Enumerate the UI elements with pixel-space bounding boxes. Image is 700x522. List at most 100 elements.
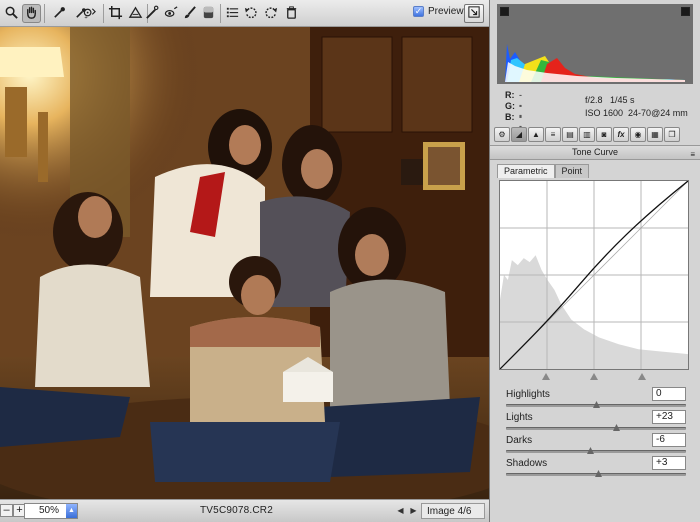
crop-tool-button[interactable] <box>106 4 125 23</box>
slider-track[interactable] <box>506 401 686 408</box>
tab-split-toning[interactable]: ▤ <box>562 127 578 142</box>
split-highlights-marker[interactable] <box>638 373 646 380</box>
red-eye-icon <box>164 5 179 23</box>
tab-basic[interactable]: ⚙ <box>494 127 510 142</box>
fullscreen-icon <box>468 6 480 21</box>
preview-toggle[interactable]: ✓ Preview <box>413 6 464 17</box>
shutter-value: 1/45 s <box>610 95 635 105</box>
curve-mode-tabs: Parametric Point <box>497 164 590 178</box>
plus-icon: + <box>16 504 23 516</box>
tab-detail[interactable]: ▲ <box>528 127 544 142</box>
slider-thumb[interactable] <box>593 401 600 408</box>
preview-checkbox[interactable]: ✓ <box>413 6 424 17</box>
detail-icon: ▲ <box>532 130 540 139</box>
zoom-select[interactable]: 50% ▲ <box>24 503 78 519</box>
slider-label: Darks <box>506 435 533 446</box>
rotate-right-button[interactable] <box>261 4 280 23</box>
presets-icon: ▦ <box>651 130 659 139</box>
image-preview[interactable] <box>0 27 489 499</box>
adjustment-panel: R:--- G:--- B:--- f/2.8 1/45 s ISO 1600 … <box>489 0 700 522</box>
split-midtones-marker[interactable] <box>590 373 598 380</box>
slider-track[interactable] <box>506 424 686 431</box>
tab-hsl[interactable]: ≡ <box>545 127 561 142</box>
rotate-left-button[interactable] <box>242 4 261 23</box>
graduated-filter-tool-button[interactable] <box>199 4 218 23</box>
crop-icon <box>108 5 123 23</box>
slider-value-input[interactable]: +3 <box>652 456 686 470</box>
hsl-icon: ≡ <box>550 130 556 139</box>
lens-icon: ▥ <box>583 130 591 139</box>
slider-label: Highlights <box>506 389 550 400</box>
zoom-tool-button[interactable] <box>2 4 21 23</box>
tab-effects[interactable]: fx <box>613 127 629 142</box>
split-shadows-marker[interactable] <box>542 373 550 380</box>
snapshots-icon: ❐ <box>668 130 676 139</box>
magnifier-icon <box>4 5 19 23</box>
hand-tool-button[interactable] <box>22 4 41 23</box>
preferences-button[interactable] <box>223 4 242 23</box>
delete-button[interactable] <box>282 4 301 23</box>
slider-value-input[interactable]: +23 <box>652 410 686 424</box>
zoom-value: 50% <box>39 505 60 516</box>
rotate-ccw-icon <box>244 5 259 23</box>
slider-track[interactable] <box>506 470 686 477</box>
spot-removal-tool-button[interactable] <box>142 4 161 23</box>
filename: TV5C9078.CR2 <box>200 505 273 516</box>
eyedropper-icon <box>52 5 67 23</box>
status-bar: – + 50% ▲ TV5C9078.CR2 ◀ ▶ Image 4/6 <box>0 499 489 522</box>
dropdown-arrow-icon: ▲ <box>66 504 77 518</box>
tab-camera-calibration[interactable]: ◙ <box>596 127 612 142</box>
tab-camera-profile[interactable]: ◉ <box>630 127 646 142</box>
red-eye-tool-button[interactable] <box>162 4 181 23</box>
tab-parametric[interactable]: Parametric <box>497 164 555 178</box>
tab-point[interactable]: Point <box>554 164 590 178</box>
targeted-adjustment-tool-button[interactable] <box>80 4 99 23</box>
slider-value-input[interactable]: 0 <box>652 387 686 401</box>
b-label: B: <box>505 112 515 122</box>
aperture-value: f/2.8 <box>585 95 603 105</box>
list-icon <box>225 5 240 23</box>
histogram <box>497 4 693 84</box>
camera-icon: ◙ <box>601 130 607 139</box>
slider-track[interactable] <box>506 447 686 454</box>
adjustment-brush-tool-button[interactable] <box>180 4 199 23</box>
slider-thumb[interactable] <box>613 424 620 431</box>
fx-icon: fx <box>617 130 625 139</box>
toolbar: + ✓ Preview <box>0 0 489 27</box>
spot-removal-icon <box>144 5 159 23</box>
tone-curve-graph[interactable] <box>499 180 689 370</box>
hand-icon <box>24 5 39 23</box>
previous-image-button[interactable]: ◀ <box>394 503 407 518</box>
r-label: R: <box>505 90 515 100</box>
triangle-left-icon: ◀ <box>397 506 404 515</box>
slider-label: Lights <box>506 412 533 423</box>
rotate-cw-icon <box>263 5 278 23</box>
zoom-out-button[interactable]: – <box>0 504 13 517</box>
slider-value-input[interactable]: -6 <box>652 433 686 447</box>
tab-tone-curve[interactable]: ◢ <box>511 127 527 142</box>
iso-value: ISO 1600 <box>585 108 624 118</box>
shadow-clipping-toggle[interactable] <box>500 7 509 16</box>
image-counter: Image 4/6 <box>421 503 485 519</box>
slider-thumb[interactable] <box>595 470 602 477</box>
minus-icon: – <box>3 504 10 516</box>
tab-snapshots[interactable]: ❐ <box>664 127 680 142</box>
white-balance-tool-button[interactable] <box>50 4 69 23</box>
preview-label: Preview <box>428 6 464 17</box>
lens-value: 24-70@24 mm <box>628 108 688 118</box>
brush-icon <box>182 5 197 23</box>
slider-thumb[interactable] <box>587 447 594 454</box>
graduated-filter-icon <box>201 5 216 23</box>
panel-menu-icon[interactable]: ≡ <box>690 148 695 161</box>
fullscreen-button[interactable] <box>464 4 484 23</box>
g-label: G: <box>505 101 515 111</box>
tone-curve-header: Tone Curve ≡ <box>490 145 700 160</box>
highlight-clipping-toggle[interactable] <box>681 7 690 16</box>
next-image-button[interactable]: ▶ <box>407 503 420 518</box>
tone-curve-icon: ◢ <box>515 130 523 139</box>
tab-presets[interactable]: ▦ <box>647 127 663 142</box>
section-title: Tone Curve <box>571 147 619 157</box>
camera-profile-icon: ◉ <box>634 130 642 139</box>
trash-icon <box>284 5 299 23</box>
tab-lens-corrections[interactable]: ▥ <box>579 127 595 142</box>
